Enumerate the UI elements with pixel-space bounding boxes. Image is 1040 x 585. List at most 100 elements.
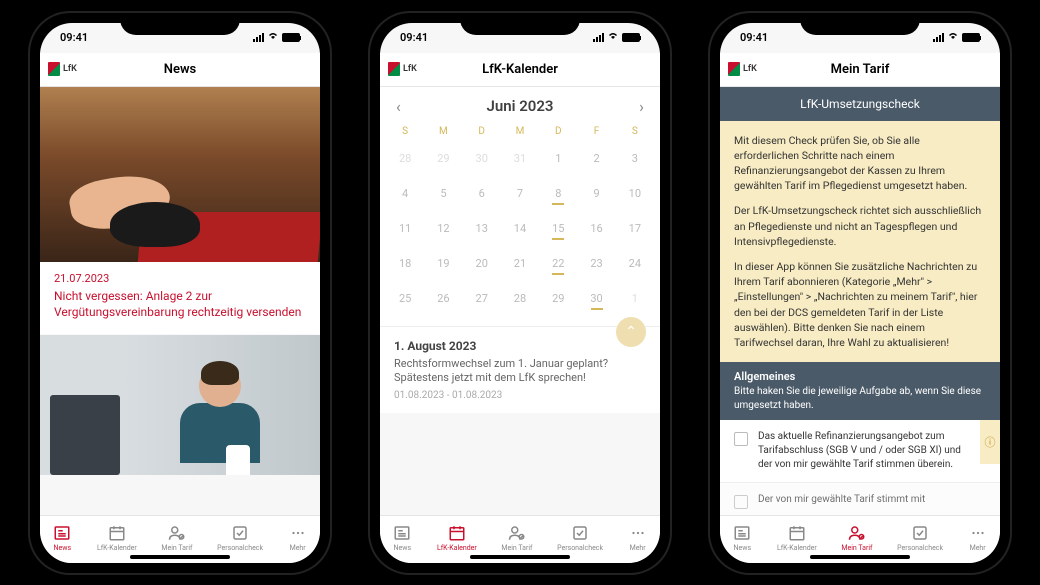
day-cell[interactable]: 30: [577, 281, 615, 316]
day-cell[interactable]: 2: [577, 141, 615, 176]
home-indicator[interactable]: [470, 555, 570, 559]
tab-mehr[interactable]: Mehr: [628, 524, 648, 552]
day-cell[interactable]: 30: [463, 141, 501, 176]
checkbox[interactable]: [734, 432, 748, 446]
news-icon: [52, 524, 72, 542]
day-cell[interactable]: 29: [539, 281, 577, 316]
day-cell[interactable]: 23: [577, 246, 615, 281]
calendar-icon: [447, 524, 467, 542]
page-title: Mein Tarif: [831, 62, 890, 77]
status-time: 09:41: [740, 31, 768, 44]
calendar-content: ‹ Juni 2023 › S M D M D F S 28 29 30: [380, 87, 660, 515]
day-cell[interactable]: 9: [577, 176, 615, 211]
day-cell[interactable]: 13: [463, 211, 501, 246]
checkbox[interactable]: [734, 495, 748, 509]
home-indicator[interactable]: [130, 555, 230, 559]
day-cell[interactable]: 1: [616, 281, 654, 316]
month-label: Juni 2023: [486, 97, 553, 115]
header: LfK News: [40, 53, 320, 87]
event-card[interactable]: ⌃ 1. August 2023 Rechtsformwechsel zum 1…: [380, 326, 660, 414]
day-cell[interactable]: 25: [386, 281, 424, 316]
page-title: News: [164, 62, 196, 77]
day-cell[interactable]: 18: [386, 246, 424, 281]
battery-icon: [622, 33, 640, 42]
tarif-task-row[interactable]: Das aktuelle Refinanzierungsangebot zum …: [720, 420, 1000, 483]
day-cell[interactable]: 3: [616, 141, 654, 176]
day-cell[interactable]: 8: [539, 176, 577, 211]
day-cell[interactable]: 24: [616, 246, 654, 281]
news-image: [40, 335, 320, 475]
tab-kalender[interactable]: LfK-Kalender: [437, 524, 477, 552]
day-cell[interactable]: 15: [539, 211, 577, 246]
tab-news[interactable]: News: [52, 524, 72, 552]
news-card[interactable]: 21.07.2023 Nicht vergessen: Anlage 2 zur…: [40, 87, 320, 334]
day-cell[interactable]: 4: [386, 176, 424, 211]
tarif-task-row[interactable]: Der von mir gewählte Tarif stimmt mit: [720, 483, 1000, 514]
day-cell[interactable]: 17: [616, 211, 654, 246]
day-cell[interactable]: 27: [463, 281, 501, 316]
tab-label: LfK-Kalender: [777, 544, 817, 552]
status-icons: [593, 31, 640, 44]
info-icon[interactable]: ⓘ: [980, 420, 1000, 464]
status-icons: [933, 31, 980, 44]
home-indicator[interactable]: [810, 555, 910, 559]
news-icon: [732, 524, 752, 542]
day-cell[interactable]: 20: [463, 246, 501, 281]
tab-personalcheck[interactable]: Personalcheck: [897, 524, 943, 552]
day-cell[interactable]: 12: [424, 211, 462, 246]
day-cell[interactable]: 1: [539, 141, 577, 176]
day-cell[interactable]: 22: [539, 246, 577, 281]
logo-mark-icon: [728, 62, 740, 76]
status-time: 09:41: [60, 31, 88, 44]
signal-icon: [593, 33, 604, 42]
tab-label: News: [734, 544, 752, 552]
app-logo: LfK: [728, 62, 757, 76]
day-cell[interactable]: 19: [424, 246, 462, 281]
day-cell[interactable]: 6: [463, 176, 501, 211]
tab-tarif[interactable]: Mein Tarif: [501, 524, 532, 552]
tab-kalender[interactable]: LfK-Kalender: [97, 524, 137, 552]
header: LfK LfK-Kalender: [380, 53, 660, 87]
signal-icon: [253, 33, 264, 42]
day-cell[interactable]: 7: [501, 176, 539, 211]
day-cell[interactable]: 28: [386, 141, 424, 176]
tab-label: LfK-Kalender: [97, 544, 137, 552]
tab-news[interactable]: News: [732, 524, 752, 552]
wifi-icon: [947, 31, 959, 44]
day-cell[interactable]: 29: [424, 141, 462, 176]
more-icon: [628, 524, 648, 542]
page-title: LfK-Kalender: [482, 62, 558, 77]
tab-kalender[interactable]: LfK-Kalender: [777, 524, 817, 552]
tab-mehr[interactable]: Mehr: [288, 524, 308, 552]
tab-personalcheck[interactable]: Personalcheck: [557, 524, 603, 552]
tab-label: Mehr: [290, 544, 306, 552]
logo-text: LfK: [743, 64, 757, 74]
day-cell[interactable]: 28: [501, 281, 539, 316]
tab-mehr[interactable]: Mehr: [968, 524, 988, 552]
tarif-content[interactable]: LfK-Umsetzungscheck Mit diesem Check prü…: [720, 87, 1000, 515]
day-cell[interactable]: 11: [386, 211, 424, 246]
day-cell[interactable]: 16: [577, 211, 615, 246]
tab-personalcheck[interactable]: Personalcheck: [217, 524, 263, 552]
next-month-button[interactable]: ›: [639, 97, 644, 116]
news-headline: Nicht vergessen: Anlage 2 zur Vergütungs…: [54, 288, 306, 320]
day-cell[interactable]: 10: [616, 176, 654, 211]
scroll-up-button[interactable]: ⌃: [616, 317, 646, 347]
tab-tarif[interactable]: Mein Tarif: [841, 524, 872, 552]
tab-news[interactable]: News: [392, 524, 412, 552]
tab-label: Personalcheck: [217, 544, 263, 552]
event-text: Rechtsformwechsel zum 1. Januar geplant?…: [394, 357, 646, 387]
tarif-icon: [847, 524, 867, 542]
tarif-icon: [507, 524, 527, 542]
day-cell[interactable]: 26: [424, 281, 462, 316]
news-content[interactable]: 21.07.2023 Nicht vergessen: Anlage 2 zur…: [40, 87, 320, 515]
day-cell[interactable]: 31: [501, 141, 539, 176]
tab-tarif[interactable]: Mein Tarif: [161, 524, 192, 552]
prev-month-button[interactable]: ‹: [396, 97, 401, 116]
day-cell[interactable]: 14: [501, 211, 539, 246]
day-cell[interactable]: 21: [501, 246, 539, 281]
news-card[interactable]: [40, 335, 320, 475]
calendar-grid[interactable]: S M D M D F S 28 29 30 31 1 2 3: [380, 122, 660, 326]
tab-label: Personalcheck: [557, 544, 603, 552]
day-cell[interactable]: 5: [424, 176, 462, 211]
